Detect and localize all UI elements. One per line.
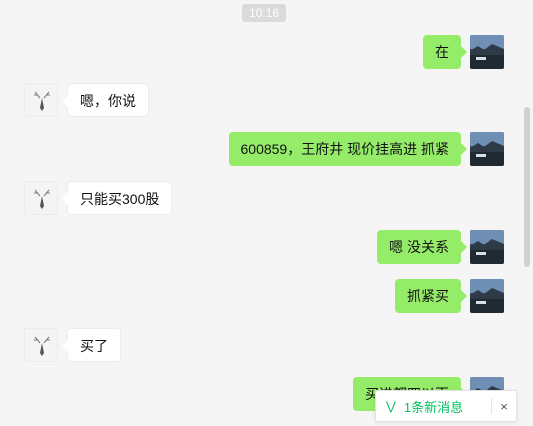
landscape-avatar-icon — [470, 230, 504, 264]
self-avatar[interactable] — [470, 279, 504, 313]
close-icon[interactable]: × — [492, 399, 516, 414]
message-bubble-self[interactable]: 600859，王府井 现价挂高进 抓紧 — [228, 132, 467, 166]
landscape-avatar-icon — [470, 132, 504, 166]
new-message-label: 1条新消息 — [403, 399, 464, 415]
message-bubble-other[interactable]: 只能买300股 — [61, 181, 173, 215]
message-bubble-self[interactable]: 嗯 没关系 — [377, 230, 467, 264]
message-bubble-self[interactable]: 抓紧买 — [395, 279, 467, 313]
timestamp-badge: 10:16 — [242, 4, 286, 22]
message-bubble-self[interactable]: 在 — [423, 35, 467, 69]
message-bubble-other[interactable]: 嗯，你说 — [62, 83, 149, 117]
chat-scrollbar[interactable] — [524, 107, 530, 267]
deer-avatar-icon — [25, 329, 57, 361]
self-avatar[interactable] — [470, 230, 504, 264]
self-avatar[interactable] — [470, 35, 504, 69]
deer-avatar-icon — [25, 84, 57, 116]
self-avatar[interactable] — [470, 132, 504, 166]
contact-avatar[interactable] — [24, 181, 58, 215]
double-chevron-down-icon: ⋁ — [386, 399, 396, 413]
landscape-avatar-icon — [470, 35, 504, 69]
landscape-avatar-icon — [470, 279, 504, 313]
chat-window: 10:16 在 嗯，你说 600859，王府井 现价挂高进 抓紧 只能买300股… — [0, 0, 533, 426]
contact-avatar[interactable] — [24, 328, 58, 362]
new-message-notice[interactable]: ⋁ 1条新消息 × — [375, 390, 517, 422]
contact-avatar[interactable] — [24, 83, 58, 117]
message-bubble-other[interactable]: 买了 — [62, 328, 121, 362]
deer-avatar-icon — [25, 182, 57, 214]
